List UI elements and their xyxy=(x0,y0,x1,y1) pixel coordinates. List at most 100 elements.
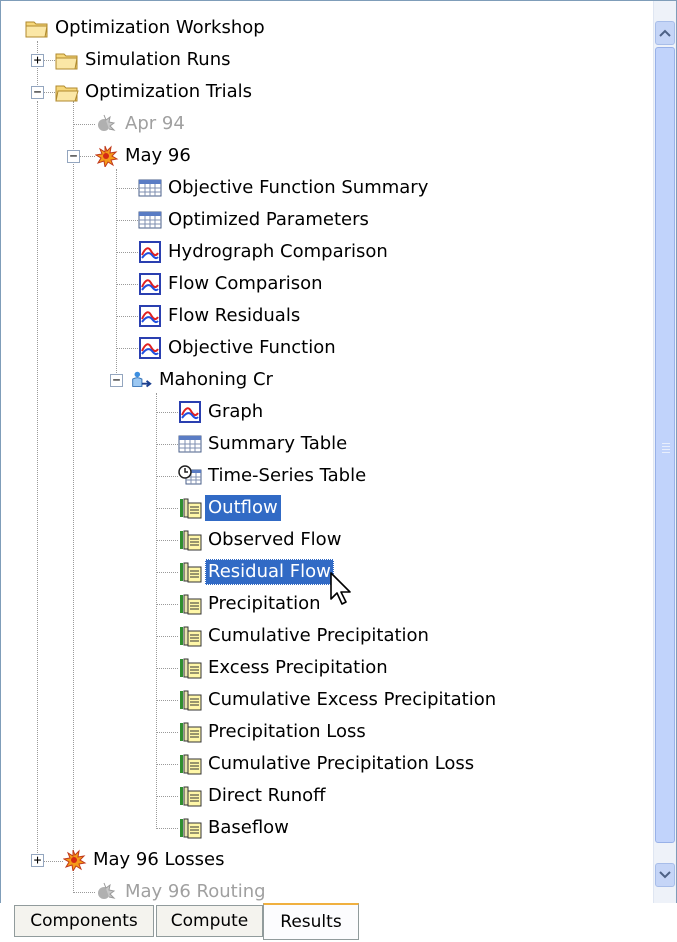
tree-label: Flow Comparison xyxy=(168,273,323,294)
tree-label: Residual Flow xyxy=(205,559,334,585)
tree-label: Direct Runoff xyxy=(208,785,326,806)
tree-line xyxy=(116,284,138,285)
tree-line xyxy=(156,412,178,413)
tree-line xyxy=(156,732,178,733)
tree-line xyxy=(116,316,138,317)
graph-icon xyxy=(138,305,162,327)
time-series-icon xyxy=(178,593,202,615)
tree-node-hydrograph-comparison[interactable]: Hydrograph Comparison xyxy=(138,237,391,267)
tree-node-mahoning-cr[interactable]: Mahoning Cr xyxy=(129,365,276,395)
chevron-down-icon xyxy=(659,871,671,879)
mouse-cursor-icon xyxy=(330,572,351,605)
tree-line xyxy=(116,220,138,221)
tree-node-time-series-table[interactable]: Time-Series Table xyxy=(178,461,369,491)
subbasin-element-icon xyxy=(129,369,153,391)
time-series-icon xyxy=(178,561,202,583)
tree-node-objective-function-summary[interactable]: Objective Function Summary xyxy=(138,173,431,203)
tree-node-simulation-runs[interactable]: Simulation Runs xyxy=(55,45,234,75)
tree-node-direct-runoff[interactable]: Direct Runoff xyxy=(178,781,329,811)
graph-icon xyxy=(138,337,162,359)
trial-burst-icon xyxy=(95,145,119,167)
tree-label: Time-Series Table xyxy=(208,465,367,486)
tab-results[interactable]: Results xyxy=(263,903,359,940)
tree-line xyxy=(116,252,138,253)
tree-line xyxy=(156,700,178,701)
results-tree: + − − − + Optimization Workshop Simulati… xyxy=(1,1,653,903)
tree-line xyxy=(73,124,95,125)
tree-label: Optimized Parameters xyxy=(168,209,369,230)
tree-line xyxy=(116,169,117,381)
tree-node-may96[interactable]: May 96 xyxy=(95,141,194,171)
tree-line xyxy=(73,101,74,891)
folder-open-icon xyxy=(55,81,79,103)
tree-label: Flow Residuals xyxy=(168,305,301,326)
clock-table-icon xyxy=(178,465,202,487)
time-series-icon xyxy=(178,753,202,775)
tree-line xyxy=(156,444,178,445)
time-series-icon xyxy=(178,625,202,647)
tree-node-optimization-trials[interactable]: Optimization Trials xyxy=(55,77,255,107)
tree-node-cumulative-precipitation-loss[interactable]: Cumulative Precipitation Loss xyxy=(178,749,477,779)
tree-label: Cumulative Precipitation xyxy=(208,625,429,646)
explorer-tabs: Components Compute Results xyxy=(0,903,677,942)
table-icon xyxy=(138,177,162,199)
time-series-icon xyxy=(178,689,202,711)
tree-line xyxy=(156,604,178,605)
trial-disabled-icon xyxy=(95,881,119,903)
collapse-optimization-trials[interactable]: − xyxy=(31,86,44,99)
tree-line xyxy=(156,668,178,669)
folder-icon xyxy=(25,17,49,39)
tree-label: May 96 xyxy=(125,145,191,166)
tree-line xyxy=(156,508,178,509)
folder-icon xyxy=(55,49,79,71)
table-icon xyxy=(138,209,162,231)
time-series-icon xyxy=(178,721,202,743)
expand-may96-losses[interactable]: + xyxy=(31,854,44,867)
tree-node-cumulative-excess-precipitation[interactable]: Cumulative Excess Precipitation xyxy=(178,685,499,715)
tree-label: Summary Table xyxy=(208,433,348,454)
collapse-may96[interactable]: − xyxy=(67,150,80,163)
tree-line xyxy=(156,764,178,765)
tree-node-summary-table[interactable]: Summary Table xyxy=(178,429,350,459)
vertical-scrollbar[interactable] xyxy=(653,1,676,903)
expand-simulation-runs[interactable]: + xyxy=(31,54,44,67)
scroll-up-button[interactable] xyxy=(655,21,675,45)
tree-node-baseflow[interactable]: Baseflow xyxy=(178,813,292,843)
watershed-explorer-panel: + − − − + Optimization Workshop Simulati… xyxy=(0,0,677,904)
tree-node-optimized-parameters[interactable]: Optimized Parameters xyxy=(138,205,372,235)
tree-node-root[interactable]: Optimization Workshop xyxy=(25,13,268,43)
trial-disabled-icon xyxy=(95,113,119,135)
tree-node-apr94[interactable]: Apr 94 xyxy=(95,109,188,139)
tree-line xyxy=(116,348,138,349)
tab-components[interactable]: Components xyxy=(14,905,154,937)
graph-icon xyxy=(178,401,202,423)
scroll-thumb[interactable] xyxy=(655,47,675,843)
tree-label: Cumulative Precipitation Loss xyxy=(208,753,475,774)
tree-line xyxy=(116,188,138,189)
tree-node-may96-routing[interactable]: May 96 Routing xyxy=(95,877,269,903)
tree-label: Outflow xyxy=(205,495,281,521)
tree-node-cumulative-precipitation[interactable]: Cumulative Precipitation xyxy=(178,621,432,651)
tab-label: Components xyxy=(30,911,138,931)
trial-burst-icon xyxy=(63,849,87,871)
tree-node-flow-residuals[interactable]: Flow Residuals xyxy=(138,301,303,331)
tree-node-excess-precipitation[interactable]: Excess Precipitation xyxy=(178,653,391,683)
tree-line xyxy=(156,636,178,637)
collapse-mahoning-cr[interactable]: − xyxy=(110,374,123,387)
tree-node-outflow[interactable]: Outflow xyxy=(178,493,281,523)
tree-node-may96-losses[interactable]: May 96 Losses xyxy=(63,845,228,875)
tree-node-objective-function[interactable]: Objective Function xyxy=(138,333,339,363)
time-series-icon xyxy=(178,785,202,807)
scroll-down-button[interactable] xyxy=(655,863,675,887)
tree-node-observed-flow[interactable]: Observed Flow xyxy=(178,525,344,555)
tab-compute[interactable]: Compute xyxy=(156,905,263,937)
tree-node-residual-flow[interactable]: Residual Flow xyxy=(178,557,334,587)
tree-node-precipitation-loss[interactable]: Precipitation Loss xyxy=(178,717,369,747)
tree-label: Objective Function xyxy=(168,337,336,358)
time-series-icon xyxy=(178,817,202,839)
tree-node-flow-comparison[interactable]: Flow Comparison xyxy=(138,269,326,299)
graph-icon xyxy=(138,273,162,295)
graph-icon xyxy=(138,241,162,263)
tree-node-precipitation[interactable]: Precipitation xyxy=(178,589,324,619)
tree-node-graph[interactable]: Graph xyxy=(178,397,266,427)
